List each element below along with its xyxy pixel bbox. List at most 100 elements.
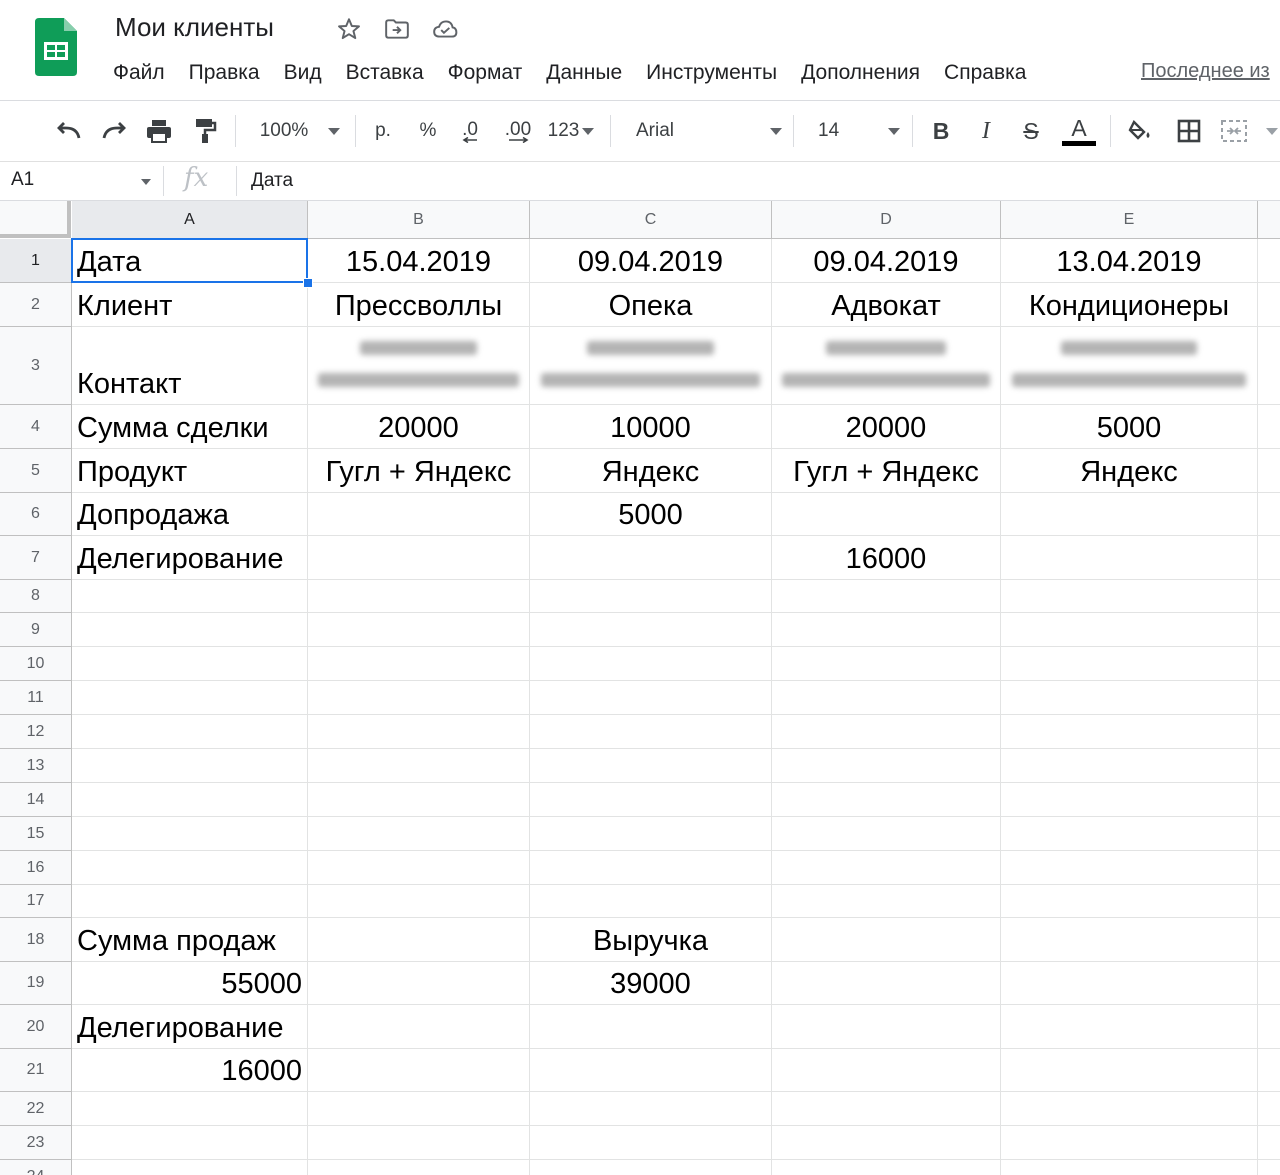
- row-header[interactable]: 7: [0, 536, 72, 580]
- cell-C22[interactable]: [530, 1092, 772, 1126]
- cell-E19[interactable]: [1001, 962, 1258, 1005]
- cell-C11[interactable]: [530, 681, 772, 715]
- cell-B3[interactable]: [308, 327, 530, 405]
- column-header[interactable]: A: [72, 201, 308, 239]
- cell-D8[interactable]: [772, 580, 1001, 613]
- cell-E6[interactable]: [1001, 493, 1258, 536]
- cell-E20[interactable]: [1001, 1005, 1258, 1049]
- cell-E8[interactable]: [1001, 580, 1258, 613]
- row-header[interactable]: 5: [0, 449, 72, 493]
- cell-B8[interactable]: [308, 580, 530, 613]
- column-header[interactable]: B: [308, 201, 530, 239]
- name-box[interactable]: A1: [11, 169, 34, 191]
- cell-A16[interactable]: [72, 851, 308, 885]
- cell-A3[interactable]: Контакт: [72, 327, 308, 405]
- cell-B15[interactable]: [308, 817, 530, 851]
- cell-B14[interactable]: [308, 783, 530, 817]
- paint-format-button[interactable]: [188, 115, 222, 147]
- cell-F23[interactable]: [1258, 1126, 1280, 1160]
- cell-B11[interactable]: [308, 681, 530, 715]
- cell-C12[interactable]: [530, 715, 772, 749]
- row-header[interactable]: 16: [0, 851, 72, 885]
- cell-B1[interactable]: 15.04.2019: [308, 239, 530, 283]
- row-header[interactable]: 11: [0, 681, 72, 715]
- cell-B24[interactable]: [308, 1160, 530, 1175]
- row-header[interactable]: 4: [0, 405, 72, 449]
- cell-C18[interactable]: Выручка: [530, 918, 772, 962]
- menu-edit[interactable]: Правка: [177, 58, 272, 88]
- cell-D15[interactable]: [772, 817, 1001, 851]
- currency-format-button[interactable]: р.: [368, 115, 398, 147]
- cell-B2[interactable]: Прессволлы: [308, 283, 530, 327]
- cell-C21[interactable]: [530, 1049, 772, 1092]
- cell-E17[interactable]: [1001, 885, 1258, 918]
- cell-F10[interactable]: [1258, 647, 1280, 681]
- cell-B23[interactable]: [308, 1126, 530, 1160]
- cell-A17[interactable]: [72, 885, 308, 918]
- cell-F24[interactable]: [1258, 1160, 1280, 1175]
- fill-color-button[interactable]: [1124, 115, 1158, 147]
- cell-C2[interactable]: Опека: [530, 283, 772, 327]
- cell-E9[interactable]: [1001, 613, 1258, 647]
- cell-D19[interactable]: [772, 962, 1001, 1005]
- cell-E23[interactable]: [1001, 1126, 1258, 1160]
- cell-F13[interactable]: [1258, 749, 1280, 783]
- cell-D22[interactable]: [772, 1092, 1001, 1126]
- row-header[interactable]: 17: [0, 885, 72, 918]
- menu-format[interactable]: Формат: [436, 58, 535, 88]
- cell-F5[interactable]: [1258, 449, 1280, 493]
- cell-A2[interactable]: Клиент: [72, 283, 308, 327]
- cell-C14[interactable]: [530, 783, 772, 817]
- cell-A6[interactable]: Допродажа: [72, 493, 308, 536]
- cell-E4[interactable]: 5000: [1001, 405, 1258, 449]
- column-header[interactable]: D: [772, 201, 1001, 239]
- cell-F11[interactable]: [1258, 681, 1280, 715]
- row-header[interactable]: 2: [0, 283, 72, 327]
- cell-D1[interactable]: 09.04.2019: [772, 239, 1001, 283]
- row-header[interactable]: 20: [0, 1005, 72, 1049]
- cell-F1[interactable]: [1258, 239, 1280, 283]
- cell-A9[interactable]: [72, 613, 308, 647]
- cell-E13[interactable]: [1001, 749, 1258, 783]
- undo-button[interactable]: [52, 115, 86, 147]
- cell-F4[interactable]: [1258, 405, 1280, 449]
- select-all-corner[interactable]: [0, 201, 71, 238]
- cell-D14[interactable]: [772, 783, 1001, 817]
- cell-F14[interactable]: [1258, 783, 1280, 817]
- cell-B10[interactable]: [308, 647, 530, 681]
- cell-D23[interactable]: [772, 1126, 1001, 1160]
- menu-data[interactable]: Данные: [534, 58, 634, 88]
- row-header[interactable]: 19: [0, 962, 72, 1005]
- cell-C4[interactable]: 10000: [530, 405, 772, 449]
- cell-F22[interactable]: [1258, 1092, 1280, 1126]
- cell-D21[interactable]: [772, 1049, 1001, 1092]
- cell-A13[interactable]: [72, 749, 308, 783]
- cell-C10[interactable]: [530, 647, 772, 681]
- column-header[interactable]: E: [1001, 201, 1258, 239]
- row-header[interactable]: 14: [0, 783, 72, 817]
- cell-A10[interactable]: [72, 647, 308, 681]
- cell-B4[interactable]: 20000: [308, 405, 530, 449]
- cell-E24[interactable]: [1001, 1160, 1258, 1175]
- cell-D11[interactable]: [772, 681, 1001, 715]
- formula-input[interactable]: Дата: [251, 170, 293, 192]
- cell-C24[interactable]: [530, 1160, 772, 1175]
- menu-view[interactable]: Вид: [272, 58, 334, 88]
- cell-B17[interactable]: [308, 885, 530, 918]
- cell-E10[interactable]: [1001, 647, 1258, 681]
- decrease-decimals-button[interactable]: .0: [455, 115, 485, 147]
- cell-C9[interactable]: [530, 613, 772, 647]
- cell-E15[interactable]: [1001, 817, 1258, 851]
- cell-D9[interactable]: [772, 613, 1001, 647]
- italic-button[interactable]: I: [971, 115, 1001, 147]
- row-header[interactable]: 22: [0, 1092, 72, 1126]
- cell-B18[interactable]: [308, 918, 530, 962]
- cell-D13[interactable]: [772, 749, 1001, 783]
- last-edit-link[interactable]: Последнее из: [1141, 60, 1270, 83]
- move-folder-icon[interactable]: [384, 16, 410, 42]
- cell-B7[interactable]: [308, 536, 530, 580]
- cell-C7[interactable]: [530, 536, 772, 580]
- print-button[interactable]: [142, 115, 176, 147]
- cell-B16[interactable]: [308, 851, 530, 885]
- row-header[interactable]: 9: [0, 613, 72, 647]
